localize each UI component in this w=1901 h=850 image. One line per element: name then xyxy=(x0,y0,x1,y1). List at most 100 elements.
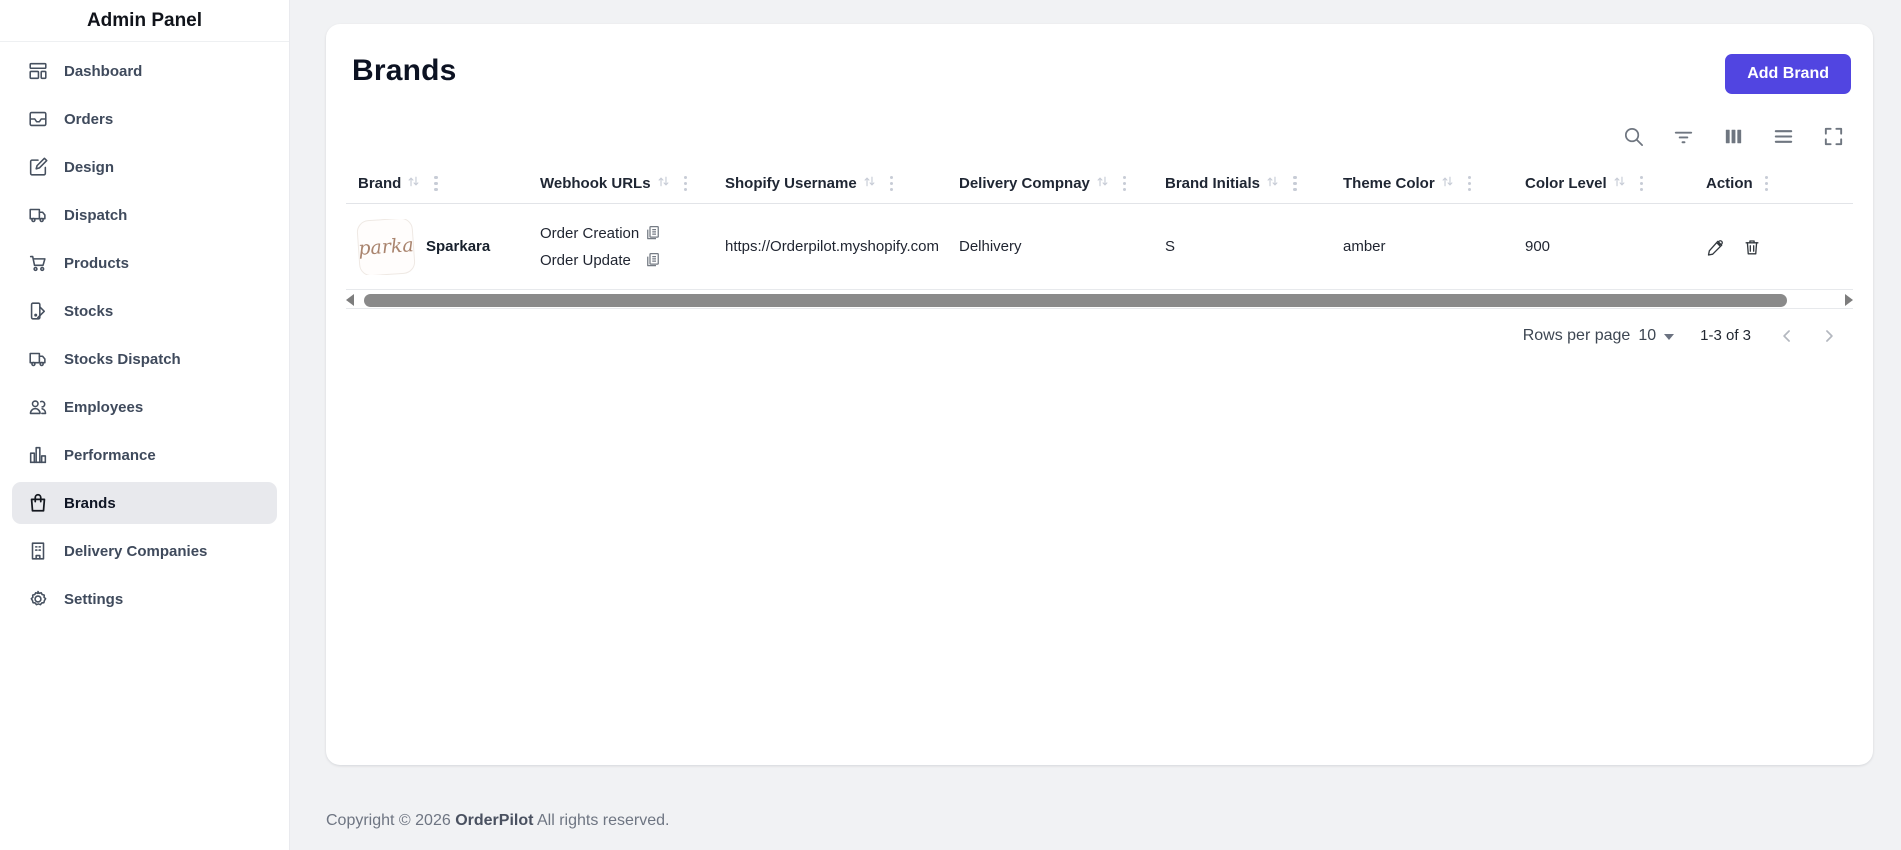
column-menu-icon[interactable] xyxy=(1764,175,1769,192)
sidebar-item-dashboard[interactable]: Dashboard xyxy=(12,50,277,92)
column-menu-icon[interactable] xyxy=(683,175,688,192)
sidebar-item-stocks-dispatch[interactable]: Stocks Dispatch xyxy=(12,338,277,380)
sidebar-item-settings[interactable]: Settings xyxy=(12,578,277,620)
page-title: Brands xyxy=(352,54,457,87)
column-header-theme-color[interactable]: Theme Color xyxy=(1331,173,1513,194)
sidebar-item-performance[interactable]: Performance xyxy=(12,434,277,476)
sidebar-item-label: Brands xyxy=(64,494,116,512)
sidebar-item-brands[interactable]: Brands xyxy=(12,482,277,524)
sidebar-item-label: Design xyxy=(64,158,115,176)
rows-per-page-select[interactable]: Rows per page 10 xyxy=(1522,326,1675,345)
table-header-row: Brand Webhook URLs Shopify Username Deliver… xyxy=(346,164,1853,204)
sidebar-item-orders[interactable]: Orders xyxy=(12,98,277,140)
add-brand-button[interactable]: Add Brand xyxy=(1725,54,1851,94)
sidebar-nav: Dashboard Orders Design Dispatch Products Sto… xyxy=(0,42,289,634)
column-header-label: Brand xyxy=(358,175,402,192)
building-icon xyxy=(26,539,50,563)
sidebar-item-label: Performance xyxy=(64,446,156,464)
webhook-urls-cell: Order Creation Order Update xyxy=(528,224,713,269)
column-menu-icon[interactable] xyxy=(434,175,438,192)
column-header-label: Webhook URLs xyxy=(540,175,651,192)
sort-icon[interactable] xyxy=(1094,173,1111,194)
column-menu-icon[interactable] xyxy=(1293,175,1297,192)
dashboard-icon xyxy=(26,59,50,83)
rows-per-page-value: 10 xyxy=(1638,326,1657,344)
card-header: Brands Add Brand xyxy=(346,44,1853,94)
sidebar-item-label: Dispatch xyxy=(64,206,128,224)
sidebar-item-dispatch[interactable]: Dispatch xyxy=(12,194,277,236)
webhook-label: Order Update xyxy=(540,251,631,269)
sidebar: Admin Panel Dashboard Orders Design Dispatc… xyxy=(0,0,290,850)
pagination-bar: Rows per page 10 1-3 of 3 xyxy=(346,308,1853,362)
app-title: Admin Panel xyxy=(0,0,289,42)
column-menu-icon[interactable] xyxy=(1639,175,1644,192)
sort-icon[interactable] xyxy=(655,173,672,194)
sidebar-item-label: Settings xyxy=(64,590,124,608)
sidebar-item-label: Delivery Companies xyxy=(64,542,208,560)
theme-color-cell: amber xyxy=(1343,238,1386,255)
sort-icon[interactable] xyxy=(861,173,878,194)
action-cell xyxy=(1694,237,1853,257)
column-menu-icon[interactable] xyxy=(1122,175,1127,192)
bar-chart-icon xyxy=(26,443,50,467)
truck-icon xyxy=(26,347,50,371)
pagination-range: 1-3 of 3 xyxy=(1700,327,1751,344)
column-header-brand-initials[interactable]: Brand Initials xyxy=(1153,173,1331,194)
scrollbar-track[interactable] xyxy=(362,293,1837,307)
column-header-action[interactable]: Action xyxy=(1694,175,1853,192)
sidebar-item-stocks[interactable]: Stocks xyxy=(12,290,277,332)
sidebar-item-label: Dashboard xyxy=(64,62,143,80)
column-header-delivery-compnay[interactable]: Delivery Compnay xyxy=(947,173,1153,194)
edit-square-icon xyxy=(26,155,50,179)
column-header-brand[interactable]: Brand xyxy=(346,173,528,194)
columns-icon[interactable] xyxy=(1717,120,1749,152)
column-header-shopify-username[interactable]: Shopify Username xyxy=(713,173,947,194)
copy-icon[interactable] xyxy=(644,251,662,269)
cart-icon xyxy=(26,251,50,275)
sort-icon[interactable] xyxy=(1611,173,1628,194)
brand-name: Sparkara xyxy=(426,238,491,255)
webhook-line: Order Update xyxy=(540,251,701,269)
sidebar-item-design[interactable]: Design xyxy=(12,146,277,188)
column-header-label: Shopify Username xyxy=(725,175,857,192)
column-header-label: Brand Initials xyxy=(1165,175,1261,192)
horizontal-scrollbar xyxy=(346,292,1853,308)
shopify-username-cell: https://Orderpilot.myshopify.com xyxy=(725,238,939,255)
gear-icon xyxy=(26,587,50,611)
next-page-icon[interactable] xyxy=(1819,326,1839,346)
edit-icon[interactable] xyxy=(1706,237,1726,257)
sort-icon[interactable] xyxy=(405,173,422,194)
column-menu-icon[interactable] xyxy=(889,175,894,192)
datagrid-toolbar xyxy=(346,120,1853,152)
sidebar-item-employees[interactable]: Employees xyxy=(12,386,277,428)
brands-card: Brands Add Brand Brand Webhook URLs Shop… xyxy=(326,24,1873,765)
sidebar-item-label: Stocks Dispatch xyxy=(64,350,181,368)
filter-icon[interactable] xyxy=(1667,120,1699,152)
scrollbar-thumb[interactable] xyxy=(364,293,1788,307)
sidebar-item-products[interactable]: Products xyxy=(12,242,277,284)
color-level-cell: 900 xyxy=(1525,238,1551,255)
column-menu-icon[interactable] xyxy=(1467,175,1472,192)
sidebar-item-label: Employees xyxy=(64,398,144,416)
copy-icon[interactable] xyxy=(644,224,662,242)
column-header-label: Delivery Compnay xyxy=(959,175,1090,192)
column-header-color-level[interactable]: Color Level xyxy=(1513,173,1694,194)
density-icon[interactable] xyxy=(1767,120,1799,152)
search-icon[interactable] xyxy=(1617,120,1649,152)
copyright-text: Copyright © 2026 OrderPilot All rights r… xyxy=(326,812,670,829)
previous-page-icon[interactable] xyxy=(1777,326,1797,346)
sidebar-item-label: Orders xyxy=(64,110,114,128)
chevron-down-icon xyxy=(1664,333,1675,340)
delivery-company-cell: Delhivery xyxy=(959,238,1022,255)
sort-icon[interactable] xyxy=(1264,173,1281,194)
column-header-webhook-urls[interactable]: Webhook URLs xyxy=(528,173,713,194)
app-root: Admin Panel Dashboard Orders Design Dispatc… xyxy=(0,0,1901,850)
delete-icon[interactable] xyxy=(1742,237,1762,257)
sort-icon[interactable] xyxy=(1439,173,1456,194)
people-icon xyxy=(26,395,50,419)
fullscreen-icon[interactable] xyxy=(1817,120,1849,152)
rows-per-page-label: Rows per page xyxy=(1522,326,1631,344)
sidebar-item-label: Products xyxy=(64,254,130,272)
main-content: Brands Add Brand Brand Webhook URLs Shop… xyxy=(290,0,1901,850)
sidebar-item-delivery-companies[interactable]: Delivery Companies xyxy=(12,530,277,572)
